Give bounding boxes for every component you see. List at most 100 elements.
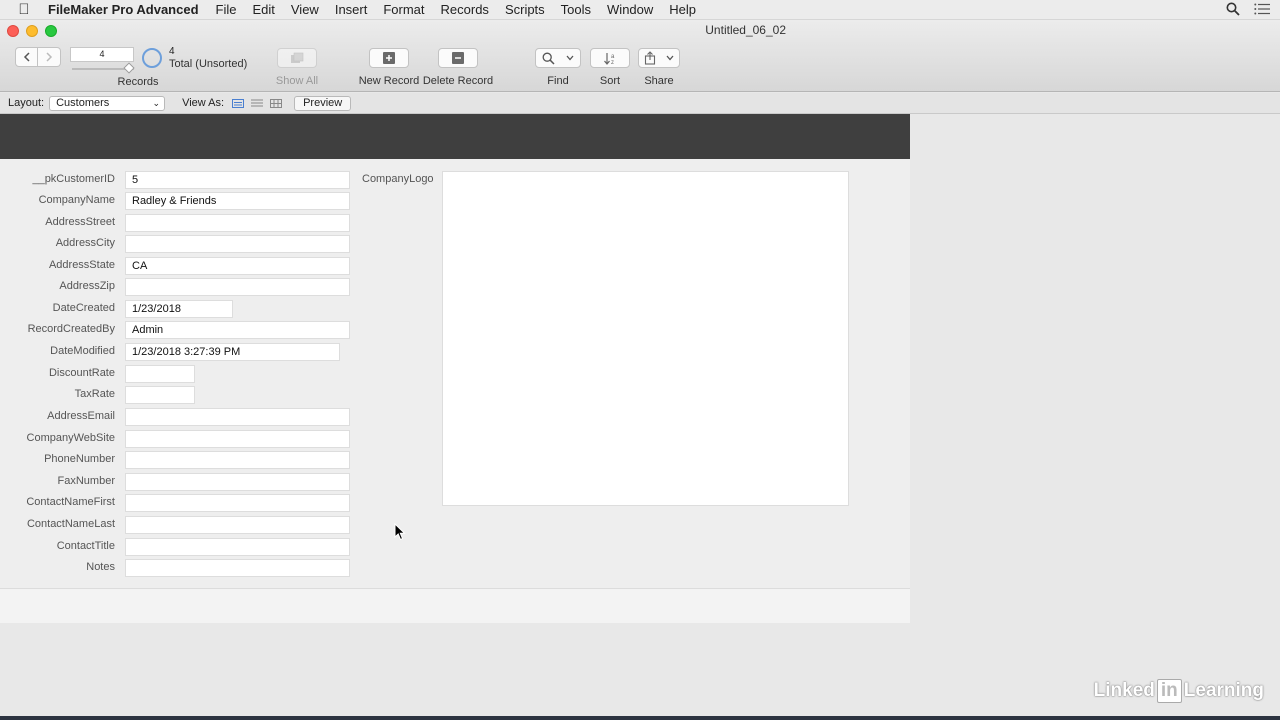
field-addresszip[interactable]: [125, 278, 350, 296]
list-view-icon[interactable]: [251, 99, 264, 108]
new-record-button[interactable]: [369, 48, 409, 68]
find-label: Find: [547, 75, 569, 87]
menu-tools[interactable]: Tools: [561, 2, 591, 17]
field-label-addressstate: AddressState: [48, 259, 115, 271]
field-label-companylogo: CompanyLogo: [362, 173, 434, 185]
field-label-addresszip: AddressZip: [59, 280, 115, 292]
field-discountrate[interactable]: [125, 365, 195, 383]
field-label-notes: Notes: [86, 561, 115, 573]
field-label-companyname: CompanyName: [38, 194, 115, 206]
show-all-tool[interactable]: Show All: [272, 48, 322, 87]
delete-record-button[interactable]: [438, 48, 478, 68]
field-label-faxnumber: FaxNumber: [57, 475, 115, 487]
field-recordcreatedby[interactable]: Admin: [125, 321, 350, 339]
show-all-icon: [291, 52, 304, 63]
chevron-right-icon: [46, 52, 53, 62]
menu-file[interactable]: File: [216, 2, 237, 17]
view-as-buttons: [232, 98, 283, 108]
sort-button[interactable]: az: [590, 48, 630, 68]
linkedin-logo-icon: in: [1156, 679, 1182, 703]
field-addresscity[interactable]: [125, 235, 350, 253]
found-set-pie-icon: [142, 48, 162, 68]
field-label-addressstreet: AddressStreet: [45, 216, 115, 228]
view-as-label: View As:: [182, 97, 225, 109]
field-phonenumber[interactable]: [125, 451, 350, 469]
magnifier-icon: [542, 52, 555, 65]
field-datecreated[interactable]: 1/23/2018: [125, 300, 233, 318]
apple-menu-icon[interactable]: : [0, 1, 48, 18]
field-label-addressemail: AddressEmail: [47, 410, 115, 422]
field-addressstreet[interactable]: [125, 214, 350, 232]
chevron-down-icon[interactable]: [666, 55, 674, 61]
field-label-addresscity: AddressCity: [55, 237, 115, 249]
field-label-taxrate: TaxRate: [74, 388, 115, 400]
delete-record-tool[interactable]: Delete Record: [422, 48, 494, 87]
layout-label: Layout:: [8, 97, 45, 109]
record-navigation: [15, 47, 61, 67]
new-record-label: New Record: [358, 75, 420, 87]
field-addressemail[interactable]: [125, 408, 350, 426]
field-datemodified[interactable]: 1/23/2018 3:27:39 PM: [125, 343, 340, 361]
show-all-button[interactable]: [277, 48, 317, 68]
field-label-companywebsite: CompanyWebSite: [26, 432, 115, 444]
menu-help[interactable]: Help: [669, 2, 696, 17]
current-record-input[interactable]: 4: [70, 47, 134, 62]
notification-center-icon[interactable]: [1254, 3, 1270, 18]
share-icon: [644, 51, 656, 65]
field-addressstate[interactable]: CA: [125, 257, 350, 275]
spotlight-search-icon[interactable]: [1226, 2, 1240, 19]
total-sorted-status: Total (Unsorted): [169, 58, 248, 70]
share-button[interactable]: [638, 48, 680, 68]
field-label-contacttitle: ContactTitle: [56, 540, 115, 552]
find-button[interactable]: [535, 48, 581, 68]
field-label-contactnamefirst: ContactNameFirst: [26, 496, 115, 508]
new-record-tool[interactable]: New Record: [357, 48, 421, 87]
field-contactnamelast[interactable]: [125, 516, 350, 534]
chevron-left-icon: [23, 52, 30, 62]
field-companywebsite[interactable]: [125, 430, 350, 448]
field-label-contactnamelast: ContactNameLast: [26, 518, 115, 530]
field-faxnumber[interactable]: [125, 473, 350, 491]
menu-edit[interactable]: Edit: [252, 2, 274, 17]
menu-window[interactable]: Window: [607, 2, 653, 17]
show-all-label: Show All: [275, 75, 319, 87]
svg-text:z: z: [611, 60, 614, 65]
field-label-datemodified: DateModified: [50, 345, 115, 357]
field-label-recordcreatedby: RecordCreatedBy: [27, 323, 115, 335]
field-taxrate[interactable]: [125, 386, 195, 404]
layout-select[interactable]: Customers ⌄: [49, 95, 166, 111]
form-view-icon[interactable]: [232, 98, 245, 108]
sort-icon: az: [604, 52, 615, 65]
share-label: Share: [644, 75, 674, 87]
menu-records[interactable]: Records: [441, 2, 489, 17]
field-label-discountrate: DiscountRate: [48, 367, 115, 379]
layout-footer: [0, 588, 910, 623]
field-companyname[interactable]: Radley & Friends: [125, 192, 350, 210]
find-tool[interactable]: Find: [533, 48, 583, 87]
previous-record-button[interactable]: [15, 47, 38, 67]
share-tool[interactable]: Share: [636, 48, 682, 87]
chevron-down-icon[interactable]: [566, 55, 574, 61]
field-label-datecreated: DateCreated: [52, 302, 115, 314]
field-pkcustomerid[interactable]: 5: [125, 171, 350, 189]
table-view-icon[interactable]: [270, 98, 283, 108]
menu-view[interactable]: View: [291, 2, 319, 17]
field-contacttitle[interactable]: [125, 538, 350, 556]
record-slider-handle[interactable]: [123, 62, 135, 74]
linkedin-learning-watermark: Linked in Learning: [1094, 679, 1264, 703]
sort-label: Sort: [599, 75, 621, 87]
window-title: Untitled_06_02: [705, 23, 786, 37]
menu-insert[interactable]: Insert: [335, 2, 368, 17]
menu-scripts[interactable]: Scripts: [505, 2, 545, 17]
layout-header: [0, 114, 910, 159]
field-label-phonenumber: PhoneNumber: [44, 453, 115, 465]
menu-app-name[interactable]: FileMaker Pro Advanced: [48, 2, 199, 17]
preview-button[interactable]: Preview: [294, 95, 352, 111]
field-notes[interactable]: [125, 559, 350, 577]
chevron-down-icon: ⌄: [152, 97, 161, 108]
sort-tool[interactable]: az Sort: [589, 48, 631, 87]
next-record-button[interactable]: [38, 47, 61, 67]
field-contactnamefirst[interactable]: [125, 494, 350, 512]
menu-format[interactable]: Format: [383, 2, 424, 17]
field-companylogo-container[interactable]: [442, 171, 849, 506]
